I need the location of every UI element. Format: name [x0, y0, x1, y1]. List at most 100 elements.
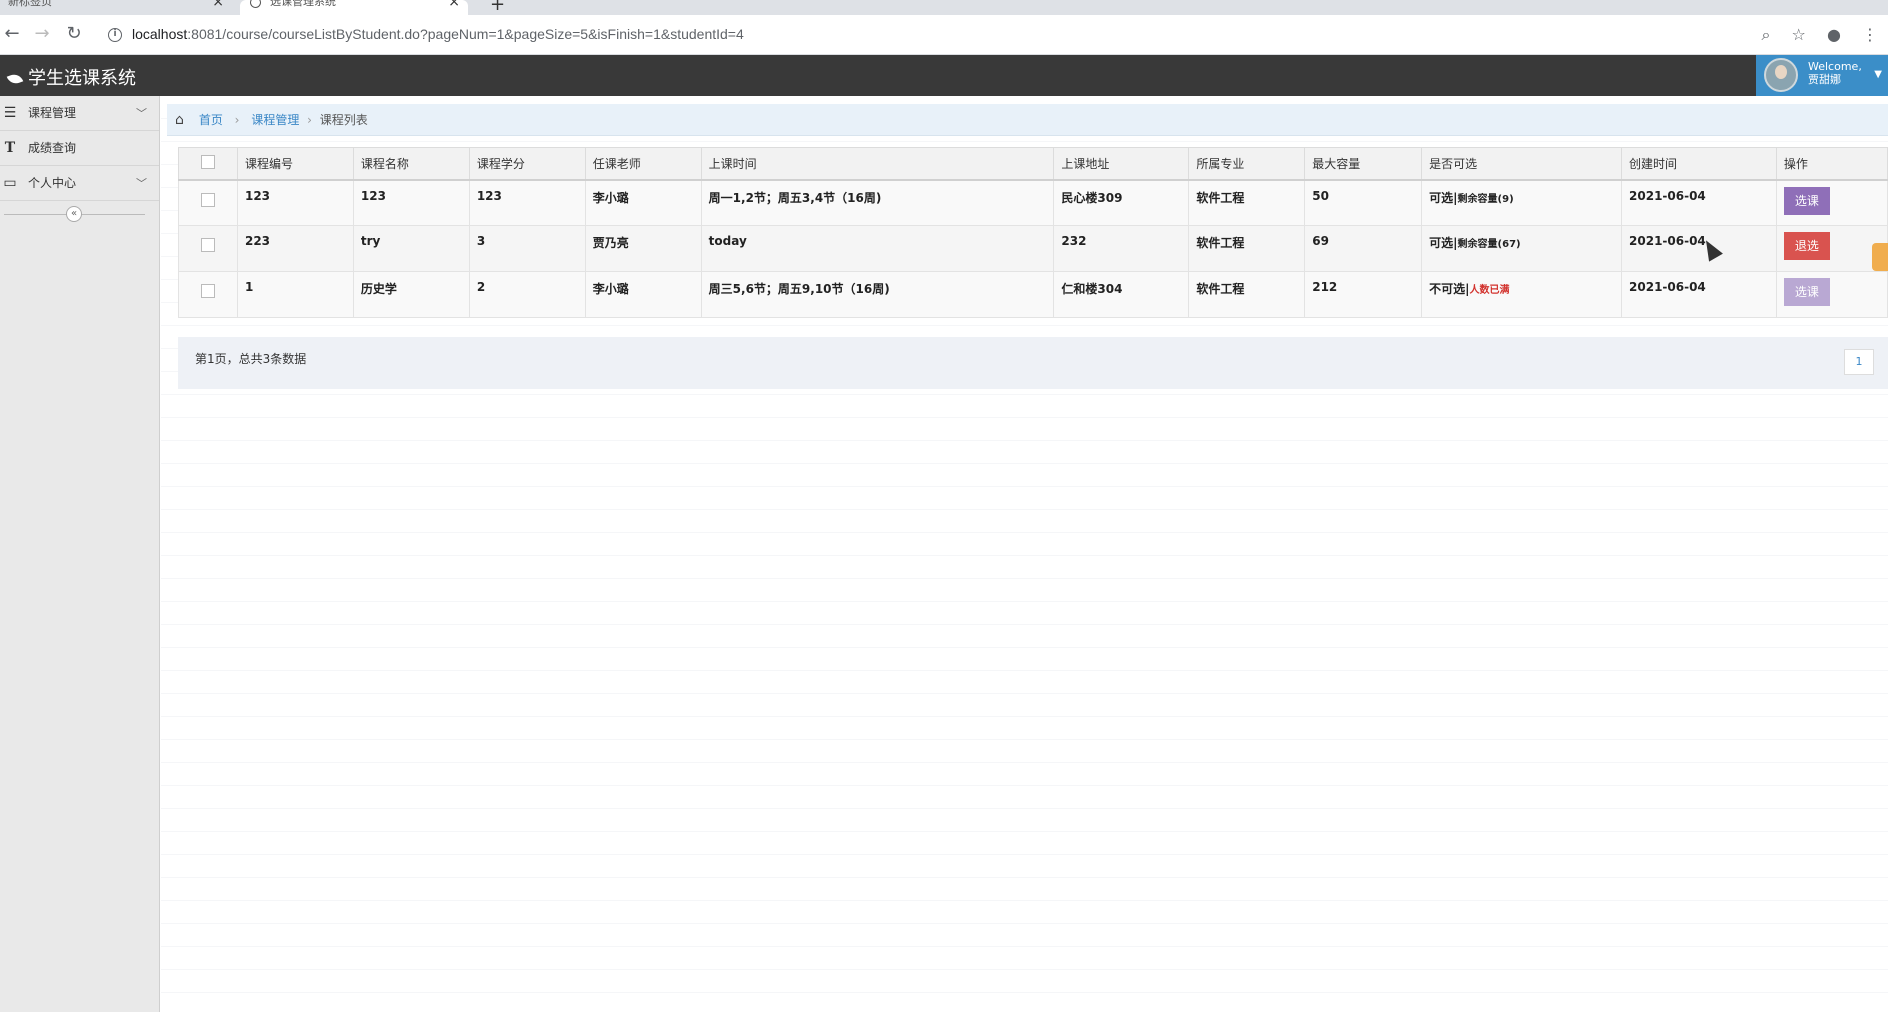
cell-capacity: 50: [1304, 179, 1423, 226]
column-header: 创建时间: [1621, 147, 1777, 181]
breadcrumb-separator: ›: [307, 113, 312, 127]
url-host: localhost: [132, 26, 188, 42]
sidebar-item-grade-query[interactable]: T 成绩查询: [0, 131, 159, 166]
avatar: [1764, 58, 1798, 92]
side-handle[interactable]: [1872, 243, 1888, 271]
back-icon[interactable]: ←: [0, 23, 24, 47]
cell-created: 2021-06-04: [1621, 225, 1777, 272]
select-all-header: [178, 147, 238, 181]
cell-capacity: 69: [1304, 225, 1423, 272]
bookmark-star-icon[interactable]: ☆: [1792, 25, 1806, 44]
cell-major: 软件工程: [1188, 179, 1306, 226]
url-field[interactable]: i localhost:8081/course/courseListByStud…: [98, 21, 1838, 49]
globe-icon: [250, 0, 261, 8]
column-header: 最大容量: [1304, 147, 1423, 181]
row-checkbox[interactable]: [201, 284, 215, 298]
row-select-cell: [178, 271, 238, 318]
chevron-down-icon: ﹀: [136, 177, 147, 190]
reload-icon[interactable]: ↻: [62, 23, 86, 47]
collapse-sidebar-icon[interactable]: «: [66, 206, 82, 222]
breadcrumb-home-link[interactable]: 首页: [199, 113, 223, 127]
profile-icon[interactable]: ●: [1827, 25, 1841, 44]
row-checkbox[interactable]: [201, 238, 215, 252]
remaining-capacity: 剩余容量(67): [1457, 239, 1521, 250]
new-tab-icon[interactable]: +: [490, 0, 505, 15]
cell-action: 选课: [1775, 179, 1888, 226]
info-icon[interactable]: i: [108, 28, 122, 42]
list-icon: ☰: [3, 105, 17, 121]
tab-title: 选课管理系统: [270, 0, 336, 8]
zoom-icon[interactable]: ⌕: [1761, 25, 1770, 44]
browser-tab-active[interactable]: 选课管理系统 ×: [240, 0, 468, 15]
column-header: 操作: [1775, 147, 1888, 181]
app-header: 学生选课系统 Welcome, 贾甜娜 ▼: [0, 55, 1888, 96]
pagination-info: 第1页，总共3条数据: [195, 352, 307, 366]
cell-availability: 不可选|人数已满: [1421, 271, 1623, 318]
address-bar-actions: ⌕ ☆ ● ⋮: [1745, 25, 1878, 45]
column-header: 课程学分: [468, 147, 586, 181]
availability-status: 可选|: [1429, 190, 1458, 205]
row-checkbox[interactable]: [201, 192, 215, 207]
welcome-label: Welcome,: [1808, 60, 1862, 73]
breadcrumb-course-management-link[interactable]: 课程管理: [251, 113, 299, 127]
table-row: 223 try 3 贾乃亮 today 232 软件工程 69 可选|剩余容量(…: [178, 225, 1888, 272]
page-button-1[interactable]: 1: [1844, 349, 1874, 375]
forward-icon[interactable]: →: [30, 23, 54, 47]
course-table: 课程编号 课程名称 课程学分 任课老师 上课时间 上课地址 所属专业 最大容量 …: [178, 147, 1888, 318]
column-header: 是否可选: [1421, 147, 1623, 181]
chevron-down-icon: ﹀: [136, 107, 147, 120]
cell-action: 退选: [1775, 225, 1888, 272]
breadcrumb: ⌂ 首页 › 课程管理 › 课程列表: [167, 104, 1888, 136]
browser-address-bar: ← → ↻ i localhost:8081/course/courseList…: [0, 15, 1888, 55]
leaf-icon: [6, 71, 24, 87]
app-title: 学生选课系统: [28, 68, 136, 89]
select-course-button[interactable]: 选课: [1783, 186, 1830, 215]
cell-credit: 3: [468, 225, 586, 272]
sidebar-item-label: 课程管理: [28, 106, 77, 120]
url-path: :8081/course/courseListByStudent.do?page…: [187, 26, 744, 42]
username: 贾甜娜: [1808, 73, 1841, 86]
breadcrumb-current: 课程列表: [319, 113, 368, 127]
sidebar-item-label: 个人中心: [28, 176, 77, 190]
cell-created: 2021-06-04: [1621, 271, 1777, 318]
cell-major: 软件工程: [1188, 225, 1306, 272]
full-badge: 人数已满: [1469, 285, 1510, 296]
cell-teacher: 李小璐: [584, 271, 702, 318]
row-select-cell: [178, 225, 238, 272]
drop-course-button[interactable]: 退选: [1783, 232, 1830, 260]
cell-capacity: 212: [1304, 271, 1423, 318]
cell-course-name: try: [352, 225, 470, 272]
cell-teacher: 李小璐: [584, 179, 702, 226]
sidebar-collapse-bar: «: [0, 201, 159, 227]
cell-availability: 可选|剩余容量(67): [1421, 225, 1623, 272]
sidebar-item-label: 成绩查询: [28, 141, 77, 155]
cell-course-id: 1: [236, 271, 354, 318]
tab-title: 新标签页: [8, 0, 52, 8]
main-content: ⌂ 首页 › 课程管理 › 课程列表 课程编号 课程名称 课程学分 任课老师 上…: [161, 96, 1888, 1012]
cell-created: 2021-06-04: [1621, 179, 1777, 226]
cell-course-id: 123: [236, 179, 354, 226]
remaining-capacity: 剩余容量(9): [1457, 193, 1514, 205]
cell-availability: 可选|剩余容量(9): [1421, 179, 1623, 226]
availability-status: 不可选|: [1429, 282, 1470, 296]
cell-location: 232: [1053, 225, 1190, 272]
cell-course-id: 223: [236, 225, 354, 272]
user-menu[interactable]: Welcome, 贾甜娜 ▼: [1756, 55, 1888, 96]
menu-dots-icon[interactable]: ⋮: [1862, 25, 1878, 44]
column-header: 所属专业: [1188, 147, 1306, 181]
browser-tab-newtab[interactable]: 新标签页 ×: [0, 0, 232, 15]
select-all-checkbox[interactable]: [201, 154, 215, 169]
desktop-icon: ▭: [3, 175, 17, 191]
sidebar-item-course-management[interactable]: ☰ 课程管理 ﹀: [0, 96, 159, 131]
sidebar-item-personal-center[interactable]: ▭ 个人中心 ﹀: [0, 166, 159, 201]
close-tab-icon[interactable]: ×: [448, 0, 460, 9]
select-course-button-disabled[interactable]: 选课: [1783, 278, 1830, 306]
close-tab-icon[interactable]: ×: [212, 0, 224, 9]
cell-major: 软件工程: [1188, 271, 1306, 318]
cell-action: 选课: [1775, 271, 1888, 318]
url-text[interactable]: localhost:8081/course/courseListByStuden…: [132, 26, 744, 42]
text-icon: T: [4, 140, 16, 156]
column-header: 课程编号: [236, 147, 354, 181]
app-logo[interactable]: 学生选课系统: [6, 64, 136, 90]
cell-credit: 2: [468, 271, 586, 318]
